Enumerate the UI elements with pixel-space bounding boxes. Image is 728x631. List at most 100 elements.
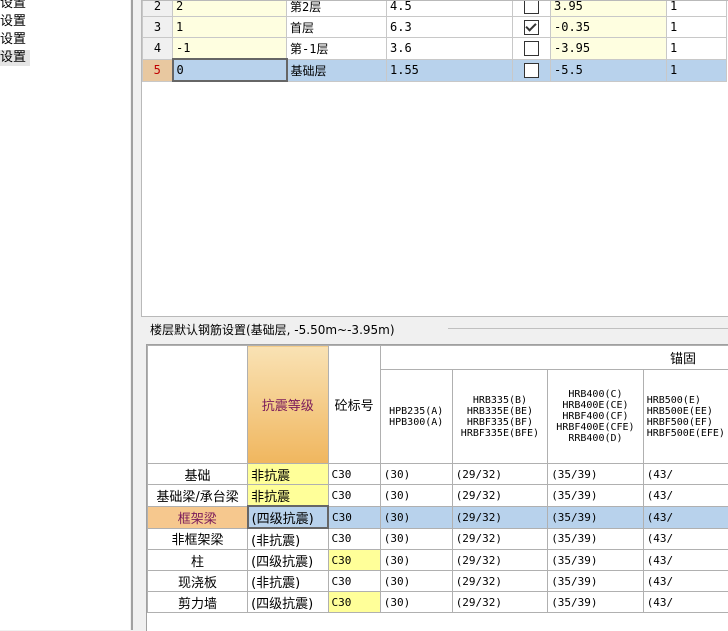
floor-elevation-cell[interactable]: 3.95 [551, 0, 667, 17]
pane-splitter[interactable] [131, 0, 133, 630]
anchor-value-cell[interactable]: (43/ [643, 571, 728, 592]
seismic-grade-cell[interactable]: 非抗震 [248, 464, 328, 485]
anchor-value-cell[interactable]: (35/39) [548, 592, 644, 613]
seismic-grade-cell[interactable]: 非抗震 [248, 485, 328, 507]
anchor-value-cell[interactable]: (43/ [643, 528, 728, 550]
anchor-value-cell[interactable]: (29/32) [452, 506, 548, 528]
anchor-value-cell[interactable]: (43/ [643, 464, 728, 485]
anchor-value-cell[interactable]: (35/39) [548, 528, 644, 550]
floor-elevation-cell[interactable]: -0.35 [551, 17, 667, 38]
anchor-value-cell[interactable]: (35/39) [548, 464, 644, 485]
rebar-row[interactable]: 基础非抗震C30(30)(29/32)(35/39)(43/ [148, 464, 728, 485]
component-name-cell: 框架梁 [148, 506, 248, 528]
component-name-cell: 基础 [148, 464, 248, 485]
row-number[interactable]: 3 [143, 17, 173, 38]
floor-height-cell[interactable]: 6.3 [387, 17, 513, 38]
row-number[interactable]: 2 [143, 0, 173, 17]
rebar-row[interactable]: 现浇板(非抗震)C30(30)(29/32)(35/39)(43/ [148, 571, 728, 592]
anchor-value-cell[interactable]: (30) [380, 571, 452, 592]
floor-count-cell[interactable]: 1 [667, 0, 727, 17]
checkbox[interactable] [524, 0, 539, 14]
tree-item[interactable]: 设置 [0, 14, 30, 30]
rebar-row[interactable]: 柱(四级抗震)C30(30)(29/32)(35/39)(43/ [148, 550, 728, 571]
anchor-value-cell[interactable]: (29/32) [452, 485, 548, 507]
anchor-value-cell[interactable]: (30) [380, 506, 452, 528]
rebar-row[interactable]: 框架梁(四级抗震)C30(30)(29/32)(35/39)(43/ [148, 506, 728, 528]
checkbox[interactable] [524, 41, 539, 56]
floor-count-cell[interactable]: 1 [667, 17, 727, 38]
anchor-value-cell[interactable]: (43/ [643, 485, 728, 507]
anchor-value-cell[interactable]: (30) [380, 528, 452, 550]
concrete-grade-cell[interactable]: C30 [328, 485, 380, 507]
rebar-row[interactable]: 非框架梁(非抗震)C30(30)(29/32)(35/39)(43/ [148, 528, 728, 550]
floor-row[interactable]: 50基础层1.55 -5.51 [143, 59, 727, 81]
floor-height-cell[interactable]: 4.5 [387, 0, 513, 17]
seismic-grade-cell[interactable]: (非抗震) [248, 571, 328, 592]
floor-count-cell[interactable]: 1 [667, 38, 727, 60]
anchor-value-cell[interactable]: (35/39) [548, 571, 644, 592]
top-floor-checkbox-cell[interactable] [513, 59, 551, 81]
row-number[interactable]: 4 [143, 38, 173, 60]
tree-item-selected[interactable]: 设置 [0, 50, 30, 66]
seismic-grade-cell[interactable]: (四级抗震) [248, 592, 328, 613]
anchor-value-cell[interactable]: (30) [380, 485, 452, 507]
anchor-value-cell[interactable]: (29/32) [452, 464, 548, 485]
concrete-grade-cell[interactable]: C30 [328, 571, 380, 592]
concrete-grade-cell[interactable]: C30 [328, 528, 380, 550]
anchor-value-cell[interactable]: (30) [380, 464, 452, 485]
floor-code-cell[interactable]: 2 [173, 0, 287, 17]
floor-elevation-cell[interactable]: -3.95 [551, 38, 667, 60]
anchor-value-cell[interactable]: (30) [380, 592, 452, 613]
anchor-value-cell[interactable]: (29/32) [452, 528, 548, 550]
floor-height-cell[interactable]: 1.55 [387, 59, 513, 81]
component-name-cell: 柱 [148, 550, 248, 571]
seismic-grade-cell[interactable]: (非抗震) [248, 528, 328, 550]
floor-row[interactable]: 22第2层4.53.951 [143, 0, 727, 17]
top-floor-checkbox-cell[interactable] [513, 38, 551, 60]
floor-height-cell[interactable]: 3.6 [387, 38, 513, 60]
row-number[interactable]: 5 [143, 59, 173, 81]
rebar-row[interactable]: 剪力墙(四级抗震)C30(30)(29/32)(35/39)(43/ [148, 592, 728, 613]
seismic-grade-cell[interactable]: (四级抗震) [248, 506, 328, 528]
floor-row[interactable]: 4-1第-1层3.6 -3.951 [143, 38, 727, 60]
floor-name-cell[interactable]: 第2层 [287, 0, 387, 17]
anchor-value-cell[interactable]: (43/ [643, 506, 728, 528]
floor-table-panel: 22第2层4.53.95131首层6.3-0.3514-1第-1层3.6-3.9… [141, 0, 728, 317]
anchor-value-cell[interactable]: (35/39) [548, 506, 644, 528]
steel-header: HRB500(E)HRB500E(EE)HRBF500(EF)HRBF500E(… [643, 370, 728, 464]
concrete-grade-cell[interactable]: C30 [328, 550, 380, 571]
anchor-value-cell[interactable]: (30) [380, 550, 452, 571]
rebar-row[interactable]: 基础梁/承台梁非抗震C30(30)(29/32)(35/39)(43/ [148, 485, 728, 507]
checkbox[interactable] [524, 20, 539, 35]
steel-header: HPB235(A)HPB300(A) [380, 370, 452, 464]
top-floor-checkbox-cell[interactable] [513, 17, 551, 38]
tree-item[interactable]: 设置 [0, 32, 30, 48]
tree-item[interactable]: 设置 [0, 0, 30, 12]
floor-name-cell[interactable]: 首层 [287, 17, 387, 38]
floor-count-cell[interactable]: 1 [667, 59, 727, 81]
anchor-value-cell[interactable]: (43/ [643, 592, 728, 613]
anchor-value-cell[interactable]: (43/ [643, 550, 728, 571]
floor-name-cell[interactable]: 基础层 [287, 59, 387, 81]
floor-code-cell[interactable]: -1 [173, 38, 287, 60]
settings-tree: 设置 设置 设置 设置 [0, 0, 130, 630]
concrete-grade-cell[interactable]: C30 [328, 506, 380, 528]
floor-code-cell[interactable]: 0 [173, 59, 287, 81]
anchor-value-cell[interactable]: (35/39) [548, 485, 644, 507]
floor-code-cell[interactable]: 1 [173, 17, 287, 38]
floor-row[interactable]: 31首层6.3-0.351 [143, 17, 727, 38]
floor-elevation-cell[interactable]: -5.5 [551, 59, 667, 81]
anchor-value-cell[interactable]: (35/39) [548, 550, 644, 571]
concrete-grade-cell[interactable]: C30 [328, 464, 380, 485]
top-floor-checkbox-cell[interactable] [513, 0, 551, 17]
seismic-header[interactable]: 抗震等级 [248, 346, 328, 464]
anchor-value-cell[interactable]: (29/32) [452, 571, 548, 592]
anchor-value-cell[interactable]: (29/32) [452, 592, 548, 613]
seismic-grade-cell[interactable]: (四级抗震) [248, 550, 328, 571]
checkbox[interactable] [524, 63, 539, 78]
concrete-header[interactable]: 砼标号 [328, 346, 380, 464]
anchor-value-cell[interactable]: (29/32) [452, 550, 548, 571]
floor-name-cell[interactable]: 第-1层 [287, 38, 387, 60]
steel-header: HRB400(C)HRB400E(CE)HRBF400(CF)HRBF400E(… [548, 370, 644, 464]
concrete-grade-cell[interactable]: C30 [328, 592, 380, 613]
